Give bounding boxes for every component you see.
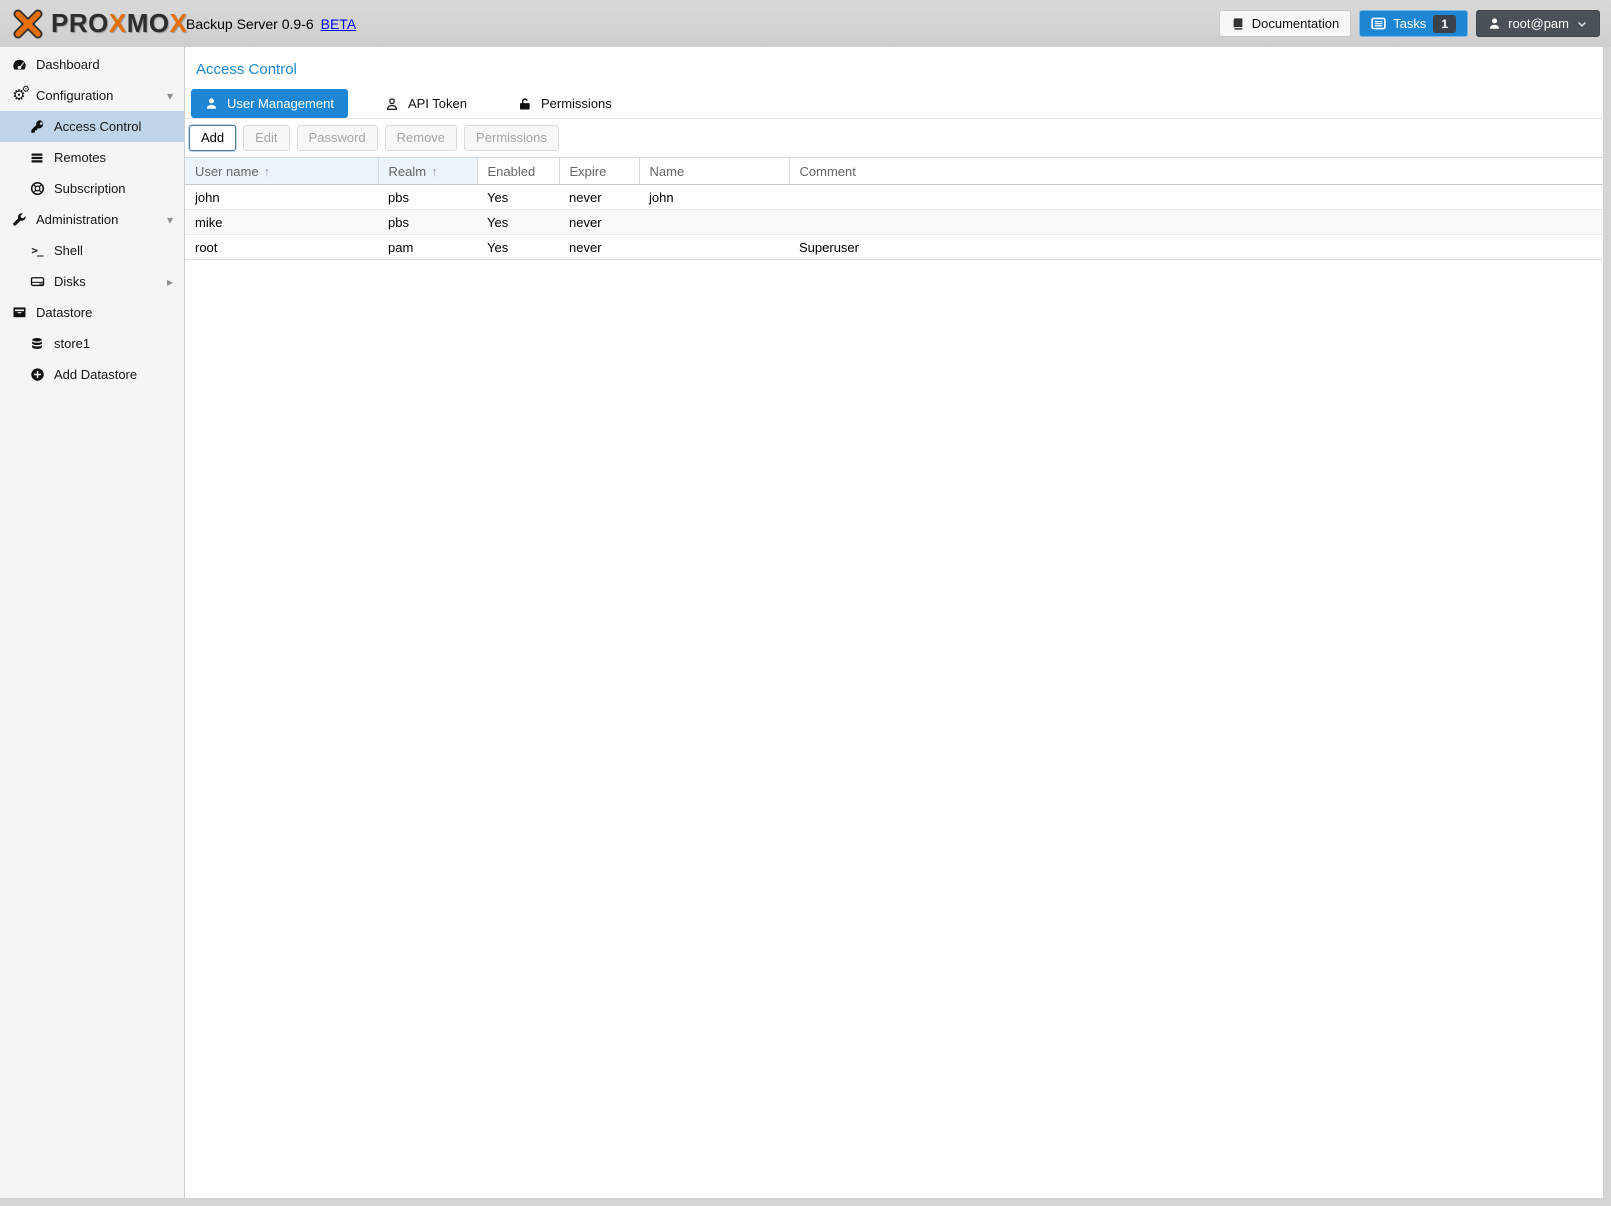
user-menu-button[interactable]: root@pam: [1476, 10, 1600, 37]
cell-realm: pam: [378, 235, 477, 260]
password-button[interactable]: Password: [297, 125, 378, 151]
grid-toolbar: Add Edit Password Remove Permissions: [185, 119, 1603, 157]
user-icon: [205, 97, 218, 110]
sidebar-item-datastore[interactable]: Datastore: [0, 297, 184, 328]
collapse-caret-icon[interactable]: ▾: [167, 214, 173, 226]
cell-username: mike: [185, 210, 378, 235]
cell-name: john: [639, 185, 789, 210]
gears-icon: ⚙⚙: [10, 88, 28, 103]
column-header-realm[interactable]: Realm↑: [378, 158, 477, 185]
proxmox-x-icon: [10, 8, 46, 40]
top-bar-actions: Documentation Tasks 1 root@pam: [1219, 10, 1611, 37]
tachometer-icon: [10, 57, 28, 72]
permissions-button[interactable]: Permissions: [464, 125, 559, 151]
sort-asc-icon: ↑: [431, 164, 438, 179]
cell-realm: pbs: [378, 210, 477, 235]
archive-box-icon: [10, 305, 28, 320]
life-ring-icon: [28, 181, 46, 196]
database-icon: [28, 337, 46, 351]
content-area: Dashboard ⚙⚙ Configuration ▾ Access Cont…: [0, 47, 1603, 1198]
wrench-icon: [10, 212, 28, 227]
sidebar-item-administration[interactable]: Administration ▾: [0, 204, 184, 235]
expand-caret-icon[interactable]: ▸: [167, 276, 173, 288]
main-panel: Access Control User Management: [185, 47, 1603, 1198]
sidebar-item-store1[interactable]: store1: [0, 328, 184, 359]
cell-enabled: Yes: [477, 210, 559, 235]
sidebar-item-disks[interactable]: Disks ▸: [0, 266, 184, 297]
tasks-button[interactable]: Tasks 1: [1359, 10, 1468, 37]
add-button[interactable]: Add: [189, 125, 236, 151]
cell-comment: [789, 185, 1603, 210]
cell-comment: Superuser: [789, 235, 1603, 260]
tab-api-token[interactable]: API Token: [371, 89, 481, 118]
tasks-count-badge: 1: [1433, 15, 1456, 33]
documentation-button[interactable]: Documentation: [1219, 10, 1351, 37]
hard-drive-icon: [28, 274, 46, 289]
list-rows-icon: [28, 151, 46, 165]
cell-enabled: Yes: [477, 185, 559, 210]
top-bar: PROXMOX Backup Server 0.9-6 BETA Documen…: [0, 0, 1611, 47]
collapse-caret-icon[interactable]: ▾: [167, 90, 173, 102]
table-row[interactable]: root pam Yes never Superuser: [185, 235, 1603, 260]
key-icon: [28, 119, 46, 134]
cell-enabled: Yes: [477, 235, 559, 260]
cell-expire: never: [559, 185, 639, 210]
cell-realm: pbs: [378, 185, 477, 210]
user-icon: [1488, 17, 1501, 30]
user-grid: User name↑ Realm↑ Enabled Expire Name Co…: [185, 157, 1603, 1198]
chevron-down-icon: [1576, 18, 1588, 30]
sidebar-item-shell[interactable]: >_ Shell: [0, 235, 184, 266]
cell-expire: never: [559, 235, 639, 260]
sidebar-item-configuration[interactable]: ⚙⚙ Configuration ▾: [0, 80, 184, 111]
cell-name: [639, 235, 789, 260]
terminal-icon: >_: [28, 244, 46, 257]
beta-link[interactable]: BETA: [321, 16, 357, 32]
column-header-name[interactable]: Name: [639, 158, 789, 185]
grid-header-row: User name↑ Realm↑ Enabled Expire Name Co…: [185, 158, 1603, 185]
cell-name: [639, 210, 789, 235]
unlock-icon: [518, 97, 532, 111]
edit-button[interactable]: Edit: [243, 125, 289, 151]
table-row[interactable]: john pbs Yes never john: [185, 185, 1603, 210]
tab-user-management[interactable]: User Management: [191, 89, 348, 118]
sidebar-item-dashboard[interactable]: Dashboard: [0, 49, 184, 80]
user-outline-icon: [385, 97, 399, 111]
column-header-username[interactable]: User name↑: [185, 158, 378, 185]
cell-username: root: [185, 235, 378, 260]
column-header-enabled[interactable]: Enabled: [477, 158, 559, 185]
cell-comment: [789, 210, 1603, 235]
column-header-comment[interactable]: Comment: [789, 158, 1603, 185]
proxmox-wordmark: PROXMOX: [51, 8, 187, 39]
sidebar-item-remotes[interactable]: Remotes: [0, 142, 184, 173]
tab-permissions[interactable]: Permissions: [504, 89, 626, 118]
cell-username: john: [185, 185, 378, 210]
book-icon: [1231, 17, 1245, 31]
plus-circle-icon: [28, 367, 46, 382]
column-header-expire[interactable]: Expire: [559, 158, 639, 185]
remove-button[interactable]: Remove: [385, 125, 457, 151]
cell-expire: never: [559, 210, 639, 235]
tab-bar: User Management API Token Permissions: [185, 89, 1603, 119]
product-version-title: Backup Server 0.9-6: [186, 16, 314, 32]
sidebar-item-access-control[interactable]: Access Control: [0, 111, 184, 142]
task-list-icon: [1371, 16, 1386, 31]
table-row[interactable]: mike pbs Yes never: [185, 210, 1603, 235]
page-title: Access Control: [185, 47, 1603, 89]
proxmox-logo: PROXMOX: [0, 8, 178, 40]
navigation-sidebar: Dashboard ⚙⚙ Configuration ▾ Access Cont…: [0, 47, 185, 1198]
sidebar-item-add-datastore[interactable]: Add Datastore: [0, 359, 184, 390]
sidebar-item-subscription[interactable]: Subscription: [0, 173, 184, 204]
sort-asc-icon: ↑: [264, 164, 271, 179]
